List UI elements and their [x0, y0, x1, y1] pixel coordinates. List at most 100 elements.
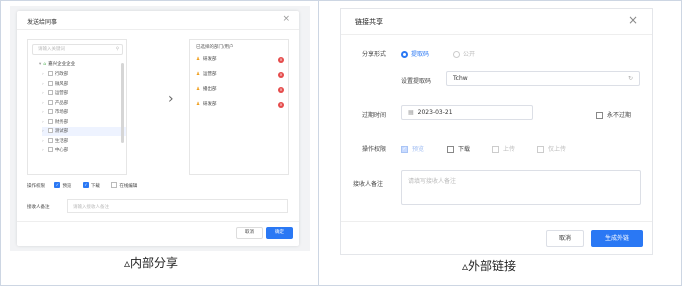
tree-item[interactable]: › 微风部: [42, 80, 126, 89]
selected-user-row: ♟ 研发部 ×: [196, 56, 284, 64]
code-label: 设置提取码: [401, 78, 432, 85]
cancel-button[interactable]: 取消: [236, 227, 263, 239]
selected-user-label: 运营部: [203, 72, 217, 77]
perm-preview-label: 预览: [412, 146, 425, 153]
code-input[interactable]: Tchw ↻: [446, 71, 640, 86]
tree-item[interactable]: › 中心部: [42, 146, 126, 155]
selected-users-panel: 已选择的部门/用户 ♟ 研发部 × ♟ 运营部 × ♟ 播出部 × ♟ 研发部 ×: [189, 39, 289, 175]
permission-label: 操作权限: [27, 183, 45, 189]
chevron-right-icon: ›: [42, 138, 44, 144]
perm-upload-label: 上传: [503, 146, 516, 153]
tree-item-label: 运营部: [54, 91, 69, 96]
tree-item-label: 产品部: [54, 100, 69, 106]
tree-item[interactable]: › 产品部: [42, 99, 126, 108]
footer-divider: [341, 221, 652, 222]
remove-icon[interactable]: ×: [278, 57, 284, 63]
dialog-title: 链接共享: [355, 18, 383, 26]
check-icon: ✓: [82, 182, 89, 188]
tree-item[interactable]: › 财务部: [42, 118, 126, 127]
checkbox-empty[interactable]: [47, 99, 53, 105]
refresh-icon[interactable]: ↻: [628, 72, 633, 85]
chevron-right-icon: ›: [42, 72, 44, 77]
chevron-right-icon: ›: [42, 129, 44, 134]
chevron-right-icon: ›: [42, 91, 44, 96]
title-divider: [17, 29, 299, 30]
remove-icon[interactable]: ×: [278, 102, 284, 108]
tree-item-label: 微风部: [54, 81, 69, 87]
checkbox-empty[interactable]: [47, 147, 53, 152]
search-icon[interactable]: ⚲: [116, 45, 119, 54]
checkbox-empty[interactable]: [47, 109, 53, 114]
footer-divider: [17, 221, 299, 222]
tree-item-label: 行政部: [54, 72, 69, 77]
generate-link-button[interactable]: 生成外链: [591, 230, 643, 247]
share-type-code-option[interactable]: 提取码: [401, 49, 429, 58]
tree-item[interactable]: › 行政部: [42, 70, 126, 79]
never-expire-label: 永不过期: [607, 112, 632, 119]
tree-item[interactable]: › 测试部: [42, 127, 126, 136]
tree-item[interactable]: › 市场部: [42, 108, 126, 117]
perm-preview-option[interactable]: ✓ 预览: [54, 182, 72, 189]
internal-caption: ▵内部分享: [124, 256, 179, 270]
perm-edit-label: 在线编辑: [119, 183, 138, 189]
radio-selected-icon: [401, 51, 408, 58]
share-type-public-label: 公开: [463, 51, 476, 58]
perm-upload-only-label: 仅上传: [548, 146, 567, 153]
remove-icon[interactable]: ×: [278, 87, 284, 93]
share-type-code-label: 提取码: [411, 51, 430, 58]
perm-preview-label: 预览: [62, 183, 72, 189]
chevron-right-icon[interactable]: ›: [168, 91, 174, 107]
selected-user-label: 研发部: [203, 57, 217, 62]
expire-value: 2023-03-21: [417, 109, 453, 116]
permission-label: 操作权限: [362, 146, 387, 153]
external-link-dialog: 链接共享 × 分享形式 提取码 公开 设置提取码 Tchw ↻ 过期时间 ▦ 20…: [340, 8, 653, 255]
selected-user-row: ♟ 运营部 ×: [196, 71, 284, 79]
never-expire-option[interactable]: 永不过期: [596, 110, 631, 119]
perm-download-option[interactable]: 下载: [447, 144, 470, 153]
user-icon: ♟: [196, 57, 201, 62]
checkbox-empty[interactable]: [47, 90, 53, 95]
tree-item[interactable]: › 运营部: [42, 89, 126, 98]
checkbox-empty[interactable]: [47, 128, 53, 133]
panel-divider: [318, 0, 319, 286]
selected-user-label: 研发部: [203, 102, 217, 107]
calendar-icon: ▦: [408, 109, 414, 116]
user-icon: ♟: [196, 72, 201, 77]
tree-item-label: 中心部: [54, 148, 69, 153]
perm-download-label: 下载: [90, 183, 100, 189]
checkbox-empty[interactable]: [47, 118, 53, 124]
note-label: 接收人备注: [353, 181, 384, 188]
tree-item-label: 测试部: [54, 129, 69, 134]
tree-item-label: 财务部: [54, 119, 69, 125]
selected-user-row: ♟ 研发部 ×: [196, 101, 284, 109]
note-input[interactable]: 请输入接收人备注: [67, 199, 288, 213]
remove-icon[interactable]: ×: [278, 72, 284, 78]
code-value: Tchw: [453, 75, 468, 82]
perm-download-option[interactable]: ✓ 下载: [82, 182, 100, 189]
expire-date-input[interactable]: ▦ 2023-03-21: [401, 105, 533, 120]
chevron-right-icon: ›: [42, 148, 44, 153]
note-label: 接收人备注: [27, 205, 50, 210]
checkbox-empty[interactable]: [47, 71, 53, 76]
tree-item[interactable]: › 生活部: [42, 137, 126, 146]
tree-scrollbar[interactable]: [121, 63, 124, 143]
checkbox-disabled: [537, 146, 544, 153]
checkbox-empty[interactable]: [47, 137, 53, 143]
tree-item-label: 生活部: [54, 138, 69, 144]
chevron-right-icon: ›: [42, 81, 44, 87]
selected-user-row: ♟ 播出部 ×: [196, 86, 284, 94]
close-icon[interactable]: ×: [282, 14, 290, 24]
share-type-public-option[interactable]: 公开: [453, 49, 475, 58]
tree-root-label: 嘉兴企业企业: [48, 62, 76, 67]
chevron-right-icon: ›: [42, 119, 44, 125]
confirm-button[interactable]: 确定: [266, 227, 293, 239]
perm-edit-option[interactable]: 在线编辑: [111, 182, 138, 189]
tree-root[interactable]: ▾ ⌂ 嘉兴企业企业: [39, 61, 75, 67]
external-caption: ▵外部链接: [462, 259, 517, 273]
close-icon[interactable]: ×: [628, 13, 638, 27]
checkbox-empty[interactable]: [47, 80, 53, 86]
cancel-button[interactable]: 取消: [546, 230, 584, 247]
search-input[interactable]: 请输入关键词: [32, 44, 123, 55]
note-textarea[interactable]: 请填写接收人备注: [401, 170, 641, 205]
checkbox-empty: [111, 182, 118, 188]
